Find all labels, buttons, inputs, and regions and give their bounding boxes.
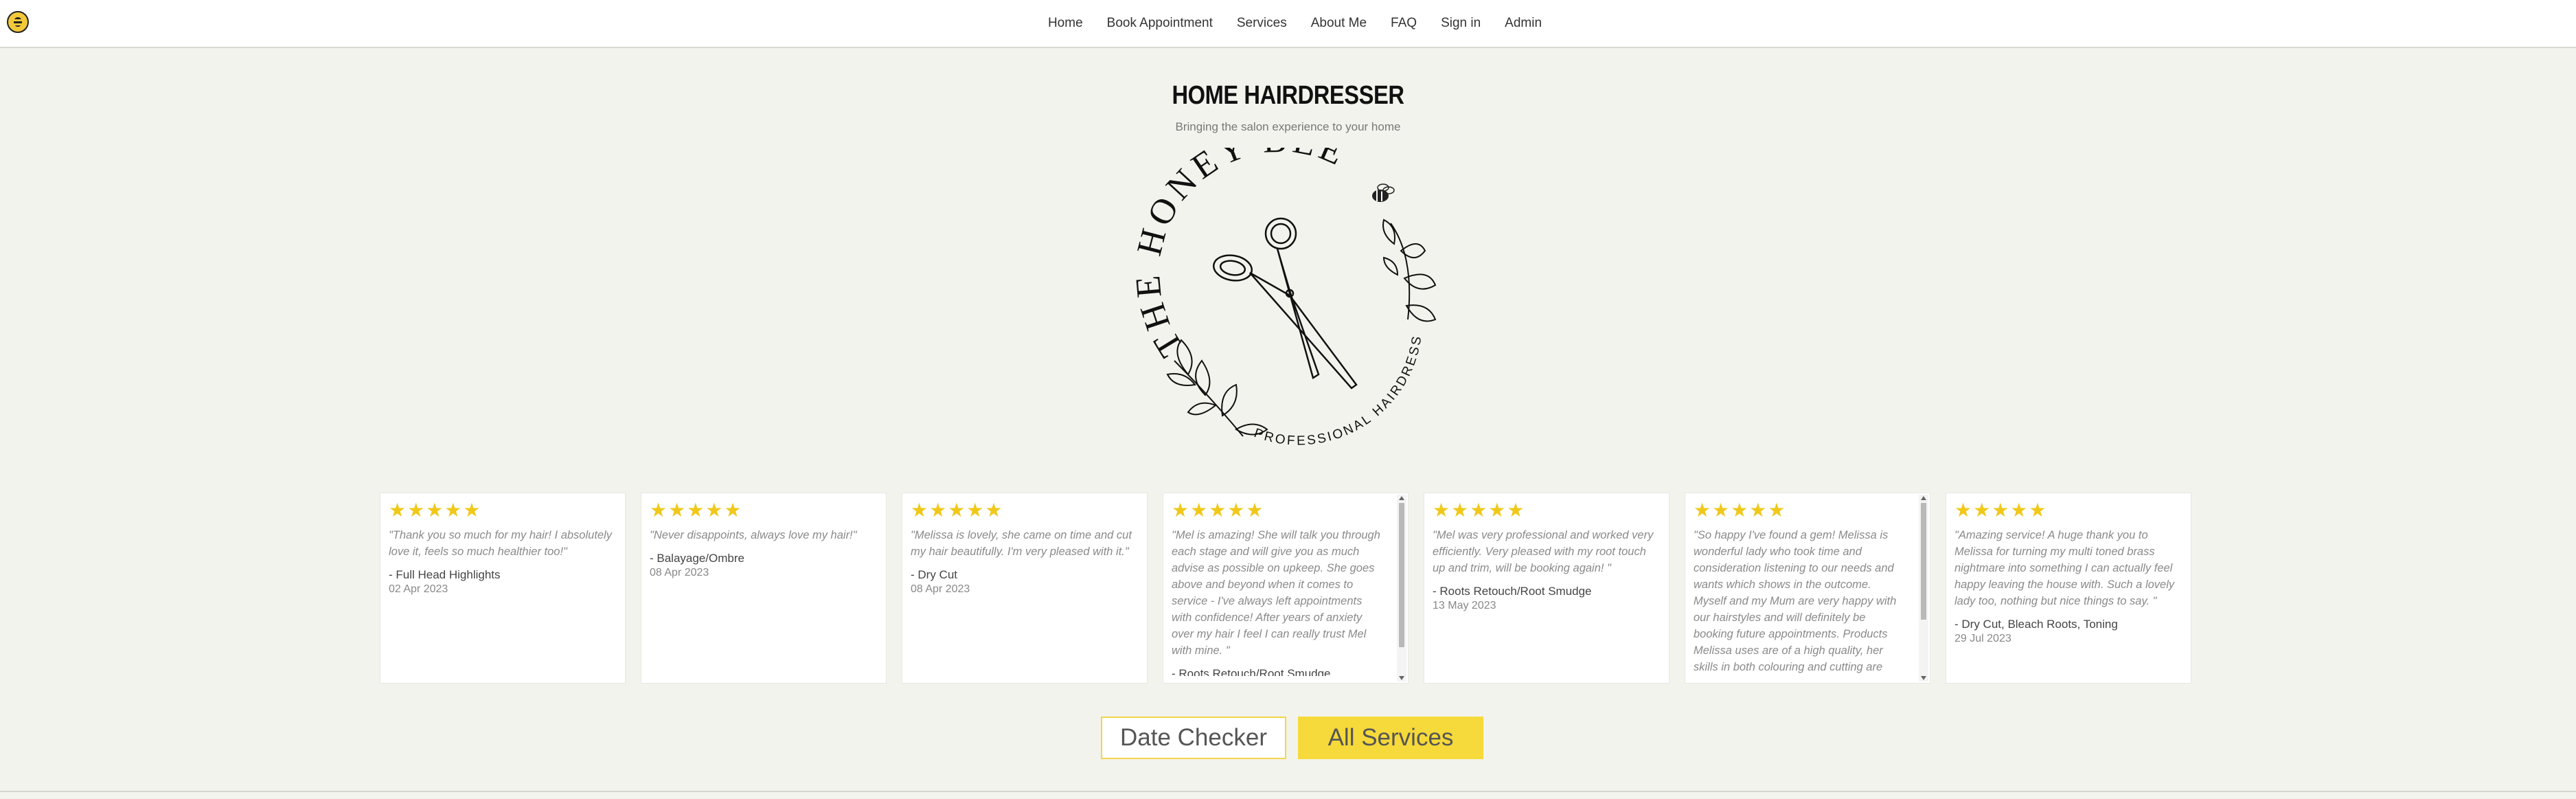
page-subtitle: Bringing the salon experience to your ho… <box>1175 120 1401 133</box>
review-service: - Roots Retouch/Root Smudge <box>1172 667 1331 676</box>
nav-book-appointment[interactable]: Book Appointment <box>1107 16 1213 31</box>
star-rating-icon: ★★★★★ <box>389 500 482 521</box>
bee-icon <box>1372 183 1395 202</box>
reviews-carousel: ★★★★★ "Thank you so much for my hair! I … <box>380 493 2191 684</box>
review-scrollbar[interactable] <box>1919 495 1928 682</box>
review-date: 02 Apr 2023 <box>389 583 448 595</box>
nav-faq[interactable]: FAQ <box>1391 16 1417 31</box>
review-text: "Melissa is lovely, she came on time and… <box>911 529 1132 558</box>
nav-sign-in[interactable]: Sign in <box>1441 16 1481 31</box>
review-service: - Full Head Highlights <box>389 568 501 581</box>
review-date: 08 Apr 2023 <box>650 567 709 578</box>
page-title: HOME HAIRDRESSER <box>1172 81 1404 110</box>
review-card: ★★★★★ "Never disappoints, always love my… <box>641 493 887 684</box>
nav-about-me[interactable]: About Me <box>1311 16 1367 31</box>
honey-bee-logo-graphic: THE HONEY BEE PROFESSIONAL HAIRDRESSER <box>1128 120 1437 449</box>
review-card: ★★★★★ "Melissa is lovely, she came on ti… <box>902 493 1148 684</box>
review-scrollbar[interactable] <box>1397 495 1406 682</box>
review-card: ★★★★★ "Amazing service! A huge thank you… <box>1946 493 2191 684</box>
logo-arc-text: THE HONEY BEE <box>1133 148 1353 363</box>
star-rating-icon: ★★★★★ <box>911 500 1004 521</box>
flower-decoration-icon <box>1382 218 1437 322</box>
scissors-icon <box>1212 217 1358 390</box>
review-card: ★★★★★ "Mel was very professional and wor… <box>1424 493 1669 684</box>
star-rating-icon: ★★★★★ <box>1954 500 2048 521</box>
review-card: ★★★★★ "Mel is amazing! She will talk you… <box>1163 493 1409 684</box>
review-text: "Mel was very professional and worked ve… <box>1433 529 1654 574</box>
nav-admin[interactable]: Admin <box>1505 16 1542 31</box>
scroll-down-icon[interactable] <box>1921 676 1926 680</box>
date-checker-button[interactable]: Date Checker <box>1101 717 1286 759</box>
scroll-up-icon[interactable] <box>1399 496 1404 500</box>
star-rating-icon: ★★★★★ <box>1172 500 1265 521</box>
star-rating-icon: ★★★★★ <box>650 500 743 521</box>
review-text: "Never disappoints, always love my hair!… <box>650 529 857 541</box>
top-navbar: Home Book Appointment Services About Me … <box>0 0 2576 48</box>
nav-home[interactable]: Home <box>1048 16 1083 31</box>
scroll-up-icon[interactable] <box>1921 496 1926 500</box>
review-service: - Dry Cut, Bleach Roots, Toning <box>1954 618 2118 631</box>
review-service: - Roots Retouch/Root Smudge <box>1433 585 1592 598</box>
honey-bee-logo: THE HONEY BEE PROFESSIONAL HAIRDRESSER <box>1128 120 1449 464</box>
nav-services[interactable]: Services <box>1237 16 1287 31</box>
leaf-decoration-icon <box>1166 339 1268 437</box>
review-card: ★★★★★ "So happy I've found a gem! Meliss… <box>1685 493 1930 684</box>
review-card: ★★★★★ "Thank you so much for my hair! I … <box>380 493 626 684</box>
all-services-button[interactable]: All Services <box>1298 717 1483 759</box>
scrollbar-thumb[interactable] <box>1399 503 1404 647</box>
review-service: - Balayage/Ombre <box>650 552 744 565</box>
star-rating-icon: ★★★★★ <box>1694 500 1787 521</box>
review-date: 08 Apr 2023 <box>911 583 970 595</box>
scrollbar-thumb[interactable] <box>1921 503 1926 620</box>
review-text: "So happy I've found a gem! Melissa is w… <box>1694 529 1897 673</box>
nav-links: Home Book Appointment Services About Me … <box>0 0 2576 47</box>
scroll-down-icon[interactable] <box>1399 676 1404 680</box>
review-text: "Thank you so much for my hair! I absolu… <box>389 529 612 558</box>
review-text: "Mel is amazing! She will talk you throu… <box>1172 529 1380 657</box>
review-date: 29 Jul 2023 <box>1954 633 2011 644</box>
footer-divider <box>0 791 2576 792</box>
review-text: "Amazing service! A huge thank you to Me… <box>1954 529 2175 607</box>
star-rating-icon: ★★★★★ <box>1433 500 1526 521</box>
review-service: - Dry Cut <box>911 568 957 581</box>
review-date: 13 May 2023 <box>1433 600 1496 611</box>
